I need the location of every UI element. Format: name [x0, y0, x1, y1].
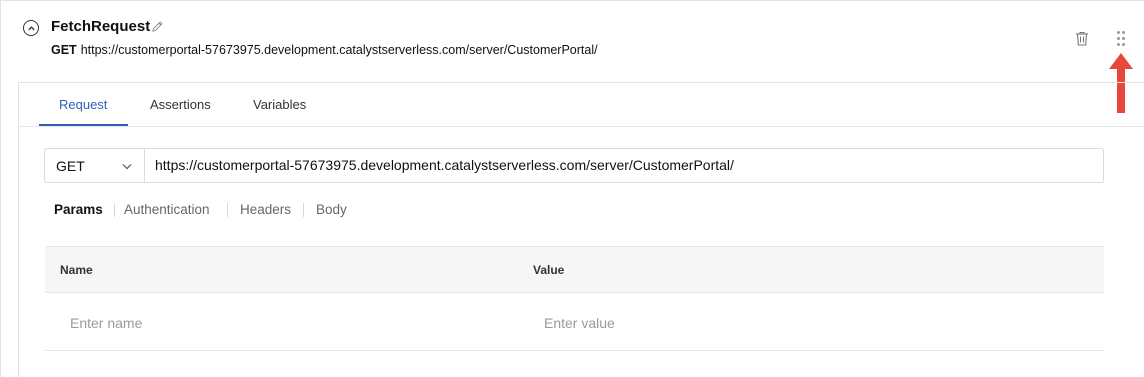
step-name: FetchRequest: [51, 18, 151, 35]
subtab-divider: [227, 203, 228, 217]
step-url: https://customerportal-57673975.developm…: [80, 43, 598, 57]
table-row: Enter name Enter value: [45, 293, 1104, 351]
chevron-down-icon: [122, 164, 132, 170]
request-step-card: FetchRequest GET https://customerportal-5…: [0, 0, 1144, 377]
request-panel: Request Assertions Variables GET https:/…: [18, 82, 1144, 377]
params-table: Name Value Enter name Enter value: [45, 246, 1104, 351]
pencil-icon[interactable]: [151, 20, 164, 33]
column-header-name: Name: [60, 263, 93, 277]
subtab-authentication[interactable]: Authentication: [124, 202, 210, 217]
step-method: GET: [51, 43, 77, 57]
params-table-header: Name Value: [45, 246, 1104, 293]
subtab-divider: [303, 203, 304, 217]
drag-handle-icon[interactable]: [1117, 31, 1125, 47]
collapse-toggle-button[interactable]: [23, 20, 39, 36]
subtab-params[interactable]: Params: [54, 202, 103, 217]
trash-icon[interactable]: [1075, 31, 1089, 46]
tab-request[interactable]: Request: [59, 97, 107, 112]
method-select-value: GET: [56, 158, 85, 174]
param-value-input[interactable]: Enter value: [544, 315, 615, 331]
url-input-value: https://customerportal-57673975.developm…: [155, 157, 734, 173]
tab-bar: Request Assertions Variables: [19, 83, 1144, 127]
chevron-up-icon: [27, 25, 35, 30]
tab-variables[interactable]: Variables: [253, 97, 306, 112]
subtab-headers[interactable]: Headers: [240, 202, 291, 217]
url-input[interactable]: https://customerportal-57673975.developm…: [144, 148, 1104, 183]
method-select[interactable]: GET: [44, 148, 144, 183]
subtab-divider: [114, 203, 115, 217]
column-header-value: Value: [533, 263, 565, 277]
param-name-input[interactable]: Enter name: [70, 315, 142, 331]
step-summary: GET https://customerportal-57673975.devel…: [51, 43, 598, 57]
subtab-body[interactable]: Body: [316, 202, 347, 217]
tab-assertions[interactable]: Assertions: [150, 97, 211, 112]
active-tab-indicator: [39, 124, 128, 126]
